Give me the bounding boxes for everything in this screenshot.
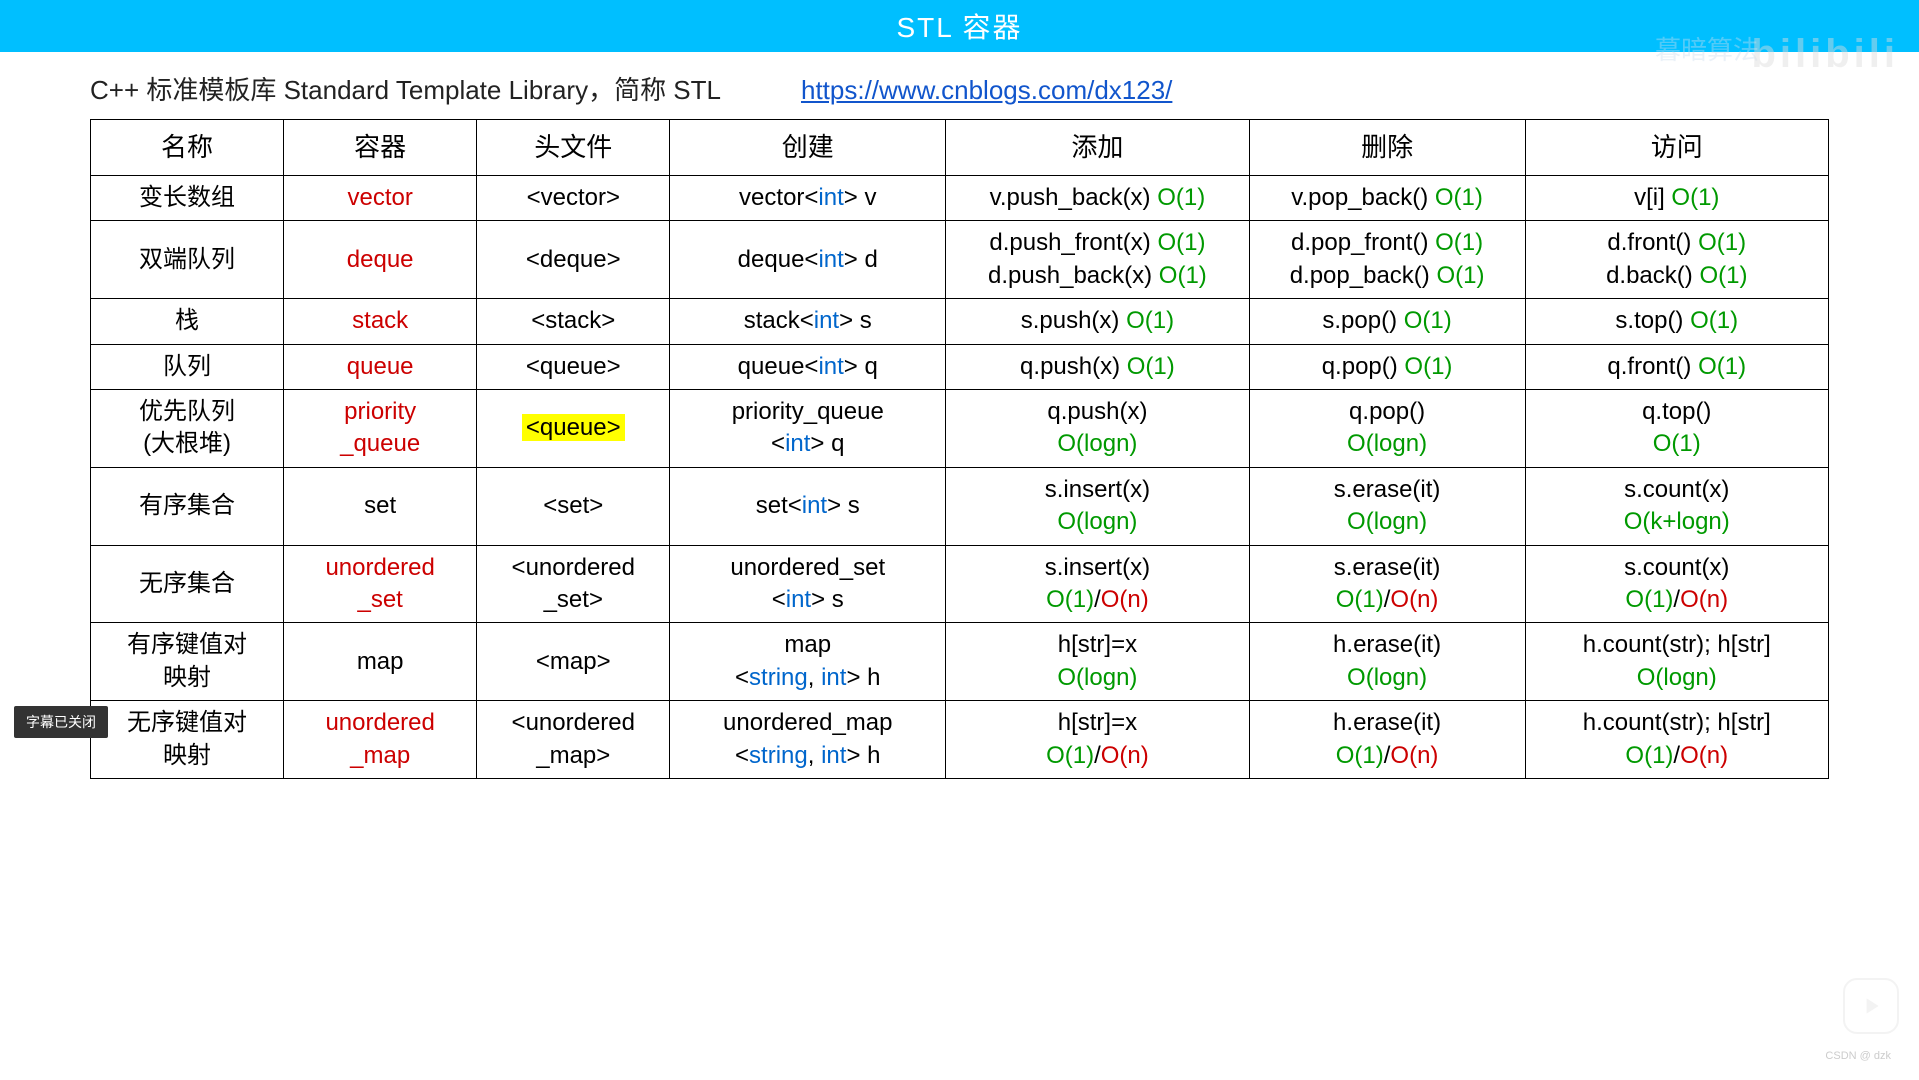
- cell-header-file: <stack>: [477, 299, 670, 344]
- table-header-cell: 创建: [670, 120, 946, 176]
- table-row: 无序键值对映射unordered_map<unordered_map>unord…: [91, 701, 1829, 779]
- cell-delete: d.pop_front() O(1)d.pop_back() O(1): [1249, 221, 1525, 299]
- cell-delete: h.erase(it)O(1)/O(n): [1249, 701, 1525, 779]
- cell-delete: h.erase(it)O(logn): [1249, 623, 1525, 701]
- reference-link[interactable]: https://www.cnblogs.com/dx123/: [801, 75, 1172, 106]
- table-header-cell: 访问: [1525, 120, 1829, 176]
- cell-add: v.push_back(x) O(1): [946, 176, 1249, 221]
- cell-add: h[str]=xO(logn): [946, 623, 1249, 701]
- csdn-watermark: CSDN @ dzk: [1825, 1050, 1891, 1062]
- cell-name: 优先队列(大根堆): [91, 390, 284, 468]
- cell-name: 队列: [91, 344, 284, 389]
- cell-delete: s.erase(it)O(logn): [1249, 467, 1525, 545]
- cell-container: vector: [284, 176, 477, 221]
- table-row: 有序键值对映射map<map>map<string, int> hh[str]=…: [91, 623, 1829, 701]
- cell-name: 无序键值对映射: [91, 701, 284, 779]
- cell-create: stack<int> s: [670, 299, 946, 344]
- cell-create: vector<int> v: [670, 176, 946, 221]
- cell-add: d.push_front(x) O(1)d.push_back(x) O(1): [946, 221, 1249, 299]
- table-row: 无序集合unordered_set<unordered_set>unordere…: [91, 545, 1829, 623]
- cell-access: h.count(str); h[str]O(1)/O(n): [1525, 701, 1829, 779]
- cell-create: map<string, int> h: [670, 623, 946, 701]
- table-row: 有序集合set<set>set<int> ss.insert(x)O(logn)…: [91, 467, 1829, 545]
- cell-name: 双端队列: [91, 221, 284, 299]
- cell-add: q.push(x)O(logn): [946, 390, 1249, 468]
- cell-header-file: <deque>: [477, 221, 670, 299]
- cell-name: 有序集合: [91, 467, 284, 545]
- cell-container: queue: [284, 344, 477, 389]
- cell-delete: s.erase(it)O(1)/O(n): [1249, 545, 1525, 623]
- cell-create: set<int> s: [670, 467, 946, 545]
- cell-header-file: <vector>: [477, 176, 670, 221]
- cell-add: q.push(x) O(1): [946, 344, 1249, 389]
- table-row: 队列queue<queue>queue<int> qq.push(x) O(1)…: [91, 344, 1829, 389]
- cell-access: h.count(str); h[str]O(logn): [1525, 623, 1829, 701]
- table-row: 双端队列deque<deque>deque<int> dd.push_front…: [91, 221, 1829, 299]
- content-area: C++ 标准模板库 Standard Template Library，简称 S…: [0, 52, 1919, 779]
- cell-header-file: <map>: [477, 623, 670, 701]
- cell-create: priority_queue<int> q: [670, 390, 946, 468]
- subtitle-tooltip: 字幕已关闭: [14, 706, 108, 738]
- cell-access: s.count(x)O(1)/O(n): [1525, 545, 1829, 623]
- cell-header-file: <queue>: [477, 390, 670, 468]
- cell-header-file: <unordered_set>: [477, 545, 670, 623]
- table-row: 变长数组vector<vector>vector<int> vv.push_ba…: [91, 176, 1829, 221]
- table-header-cell: 容器: [284, 120, 477, 176]
- cell-create: unordered_set<int> s: [670, 545, 946, 623]
- table-header-cell: 删除: [1249, 120, 1525, 176]
- cell-header-file: <queue>: [477, 344, 670, 389]
- table-header-cell: 添加: [946, 120, 1249, 176]
- cell-container: map: [284, 623, 477, 701]
- table-header-row: 名称容器头文件创建添加删除访问: [91, 120, 1829, 176]
- cell-container: unordered_set: [284, 545, 477, 623]
- cell-container: priority_queue: [284, 390, 477, 468]
- cell-add: s.insert(x)O(1)/O(n): [946, 545, 1249, 623]
- cell-name: 无序集合: [91, 545, 284, 623]
- cell-create: unordered_map<string, int> h: [670, 701, 946, 779]
- subtitle-row: C++ 标准模板库 Standard Template Library，简称 S…: [90, 70, 1829, 107]
- play-icon[interactable]: [1843, 978, 1899, 1034]
- cell-access: v[i] O(1): [1525, 176, 1829, 221]
- cell-access: d.front() O(1)d.back() O(1): [1525, 221, 1829, 299]
- stl-table: 名称容器头文件创建添加删除访问 变长数组vector<vector>vector…: [90, 119, 1829, 779]
- cell-header-file: <unordered_map>: [477, 701, 670, 779]
- bilibili-watermark: bilibili: [1751, 32, 1899, 77]
- cell-delete: v.pop_back() O(1): [1249, 176, 1525, 221]
- cell-add: s.insert(x)O(logn): [946, 467, 1249, 545]
- cell-create: queue<int> q: [670, 344, 946, 389]
- table-body: 变长数组vector<vector>vector<int> vv.push_ba…: [91, 176, 1829, 779]
- table-header-cell: 头文件: [477, 120, 670, 176]
- table-row: 优先队列(大根堆)priority_queue<queue>priority_q…: [91, 390, 1829, 468]
- cell-add: s.push(x) O(1): [946, 299, 1249, 344]
- cell-header-file: <set>: [477, 467, 670, 545]
- cell-container: stack: [284, 299, 477, 344]
- cell-delete: s.pop() O(1): [1249, 299, 1525, 344]
- cell-delete: q.pop()O(logn): [1249, 390, 1525, 468]
- cell-container: set: [284, 467, 477, 545]
- cell-name: 栈: [91, 299, 284, 344]
- page-title: STL 容器: [896, 6, 1022, 46]
- cell-create: deque<int> d: [670, 221, 946, 299]
- cell-delete: q.pop() O(1): [1249, 344, 1525, 389]
- cell-add: h[str]=xO(1)/O(n): [946, 701, 1249, 779]
- cell-access: q.top()O(1): [1525, 390, 1829, 468]
- cell-name: 有序键值对映射: [91, 623, 284, 701]
- table-row: 栈stack<stack>stack<int> ss.push(x) O(1)s…: [91, 299, 1829, 344]
- table-header-cell: 名称: [91, 120, 284, 176]
- cell-access: s.count(x)O(k+logn): [1525, 467, 1829, 545]
- cell-container: unordered_map: [284, 701, 477, 779]
- watermark-channel: 暮暗算法: [1655, 30, 1759, 67]
- cell-access: s.top() O(1): [1525, 299, 1829, 344]
- cell-access: q.front() O(1): [1525, 344, 1829, 389]
- subtitle-text: C++ 标准模板库 Standard Template Library，简称 S…: [90, 70, 721, 107]
- cell-container: deque: [284, 221, 477, 299]
- title-banner: STL 容器: [0, 0, 1919, 52]
- cell-name: 变长数组: [91, 176, 284, 221]
